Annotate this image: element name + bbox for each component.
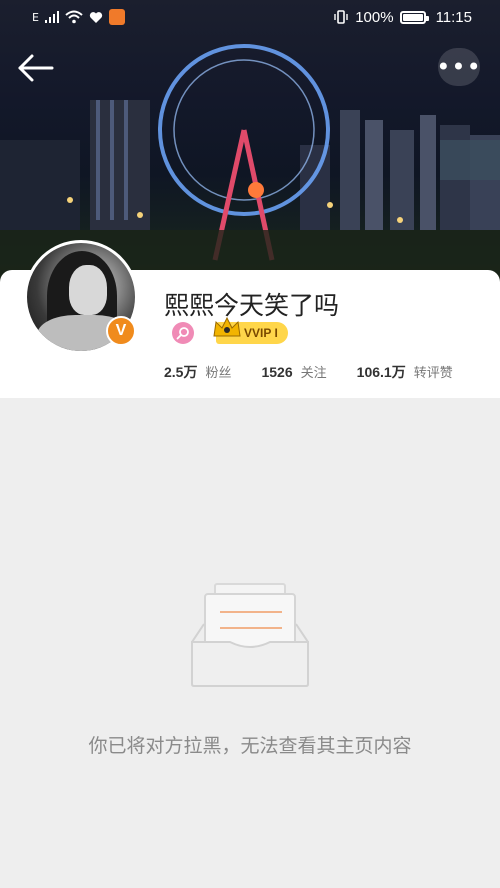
back-button[interactable]	[14, 50, 56, 86]
vip-badge[interactable]: VVIP I	[213, 316, 288, 344]
more-icon: •••	[436, 53, 482, 81]
back-arrow-icon	[18, 54, 54, 82]
app-notification-icon	[108, 9, 125, 25]
vip-label: VVIP I	[244, 326, 278, 340]
battery-percentage: 100%	[355, 8, 394, 26]
more-options-button[interactable]: •••	[436, 48, 482, 86]
crown-icon	[213, 316, 241, 337]
signal-bars-icon	[44, 11, 59, 23]
signal-icon: E	[32, 10, 39, 24]
stat-interactions[interactable]: 106.1万 转评赞	[357, 362, 453, 382]
vibrate-icon	[334, 10, 348, 24]
empty-box-icon	[191, 583, 309, 687]
stat-following[interactable]: 1526 关注	[261, 362, 326, 382]
verified-icon: V	[106, 316, 136, 346]
blocked-message: 你已将对方拉黑，无法查看其主页内容	[88, 735, 412, 757]
stats-row: 2.5万 粉丝 1526 关注 106.1万 转评赞	[164, 362, 453, 382]
heart-icon	[89, 11, 103, 23]
username: 熙熙今天笑了吗	[164, 291, 340, 320]
status-time: 11:15	[435, 8, 472, 26]
battery-icon	[399, 10, 429, 24]
badge-row: VVIP I	[172, 316, 288, 344]
search-badge-icon[interactable]	[172, 322, 194, 344]
wifi-icon	[65, 10, 83, 24]
stat-followers[interactable]: 2.5万 粉丝	[164, 362, 231, 382]
status-bar: E 100% 11:15	[0, 0, 500, 34]
